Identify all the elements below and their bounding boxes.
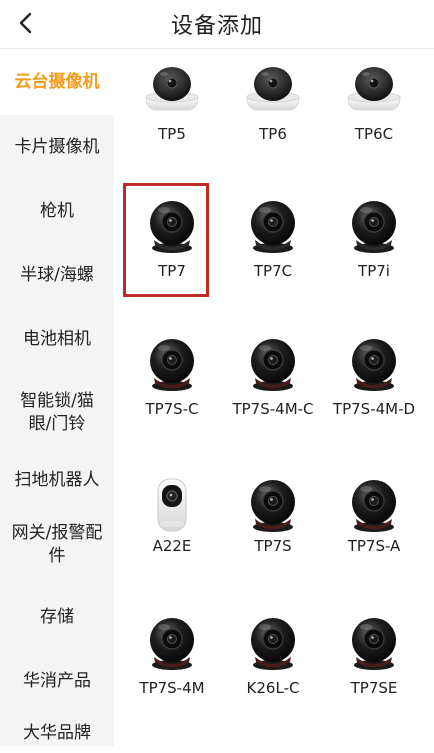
device-item-a22e[interactable]: A22E: [120, 461, 224, 571]
device-item-tp7i[interactable]: TP7i: [322, 186, 426, 296]
device-item-tp7s-4m-c[interactable]: TP7S-4M-C: [221, 324, 325, 434]
sidebar-item-label: 卡片摄像机: [14, 136, 100, 157]
camera-icon: [142, 613, 202, 673]
device-label: TP7S-4M-D: [332, 400, 416, 418]
device-item-tp7se[interactable]: TP7SE: [322, 599, 426, 709]
device-label: TP7i: [358, 262, 390, 280]
device-item-tp7c[interactable]: TP7C: [221, 186, 325, 296]
device-label: TP7SE: [350, 679, 398, 697]
sidebar-item-4[interactable]: 电池相机: [0, 307, 114, 371]
camera-icon: [243, 613, 303, 673]
camera-icon: [344, 475, 404, 535]
page-title: 设备添加: [170, 14, 263, 39]
header: 设备添加: [0, 0, 434, 49]
sidebar-item-10[interactable]: 大华品牌: [0, 713, 114, 753]
sidebar-item-0[interactable]: 云台摄像机: [0, 49, 114, 115]
device-item-tp7s-c[interactable]: TP7S-C: [120, 324, 224, 434]
sidebar-item-label: 华消产品: [23, 670, 91, 691]
camera-icon: [243, 57, 303, 117]
camera-icon: [142, 196, 202, 256]
sidebar-item-2[interactable]: 枪机: [0, 179, 114, 243]
camera-icon: [243, 196, 303, 256]
device-item-tp7s-4m[interactable]: TP7S-4M: [120, 599, 224, 709]
sidebar-item-1[interactable]: 卡片摄像机: [0, 115, 114, 179]
sidebar-item-label: 网关/报警配件: [11, 523, 103, 566]
sidebar-item-label: 云台摄像机: [14, 71, 100, 92]
sidebar-item-5[interactable]: 智能锁/猫眼/门铃: [0, 371, 114, 455]
sidebar-item-label: 大华品牌: [23, 722, 91, 743]
sidebar-item-label: 电池相机: [23, 328, 91, 349]
sidebar-item-label: 扫地机器人: [14, 469, 100, 490]
device-label: TP6C: [354, 125, 394, 143]
camera-icon: [344, 613, 404, 673]
device-item-tp7s-4m-d[interactable]: TP7S-4M-D: [322, 324, 426, 434]
device-item-tp6c[interactable]: TP6C: [322, 49, 426, 159]
camera-icon: [344, 57, 404, 117]
device-grid: TP5 TP6 TP6C TP7 TP7C TP7i TP7S-C TP7S-4…: [114, 49, 434, 746]
camera-icon: [344, 334, 404, 394]
device-item-tp7s-a[interactable]: TP7S-A: [322, 461, 426, 571]
camera-icon: [142, 334, 202, 394]
device-item-tp6[interactable]: TP6: [221, 49, 325, 159]
sidebar-item-3[interactable]: 半球/海螺: [0, 243, 114, 307]
camera-icon: [142, 475, 202, 535]
device-label: TP7S-A: [347, 537, 401, 555]
camera-icon: [243, 334, 303, 394]
sidebar-item-label: 半球/海螺: [20, 264, 94, 285]
sidebar-item-7[interactable]: 网关/报警配件: [0, 505, 114, 585]
sidebar-item-9[interactable]: 华消产品: [0, 649, 114, 713]
category-sidebar: 云台摄像机卡片摄像机枪机半球/海螺电池相机智能锁/猫眼/门铃扫地机器人网关/报警…: [0, 49, 114, 746]
camera-icon: [142, 57, 202, 117]
sidebar-item-label: 存储: [40, 606, 74, 627]
device-item-tp5[interactable]: TP5: [120, 49, 224, 159]
sidebar-item-label: 智能锁/猫眼/门铃: [20, 391, 94, 434]
sidebar-item-6[interactable]: 扫地机器人: [0, 455, 114, 505]
device-item-tp7s[interactable]: TP7S: [221, 461, 325, 571]
camera-icon: [344, 196, 404, 256]
sidebar-item-8[interactable]: 存储: [0, 585, 114, 649]
device-item-tp7[interactable]: TP7: [120, 186, 224, 296]
camera-icon: [243, 475, 303, 535]
sidebar-item-label: 枪机: [40, 200, 74, 221]
device-item-k26l-c[interactable]: K26L-C: [221, 599, 325, 709]
